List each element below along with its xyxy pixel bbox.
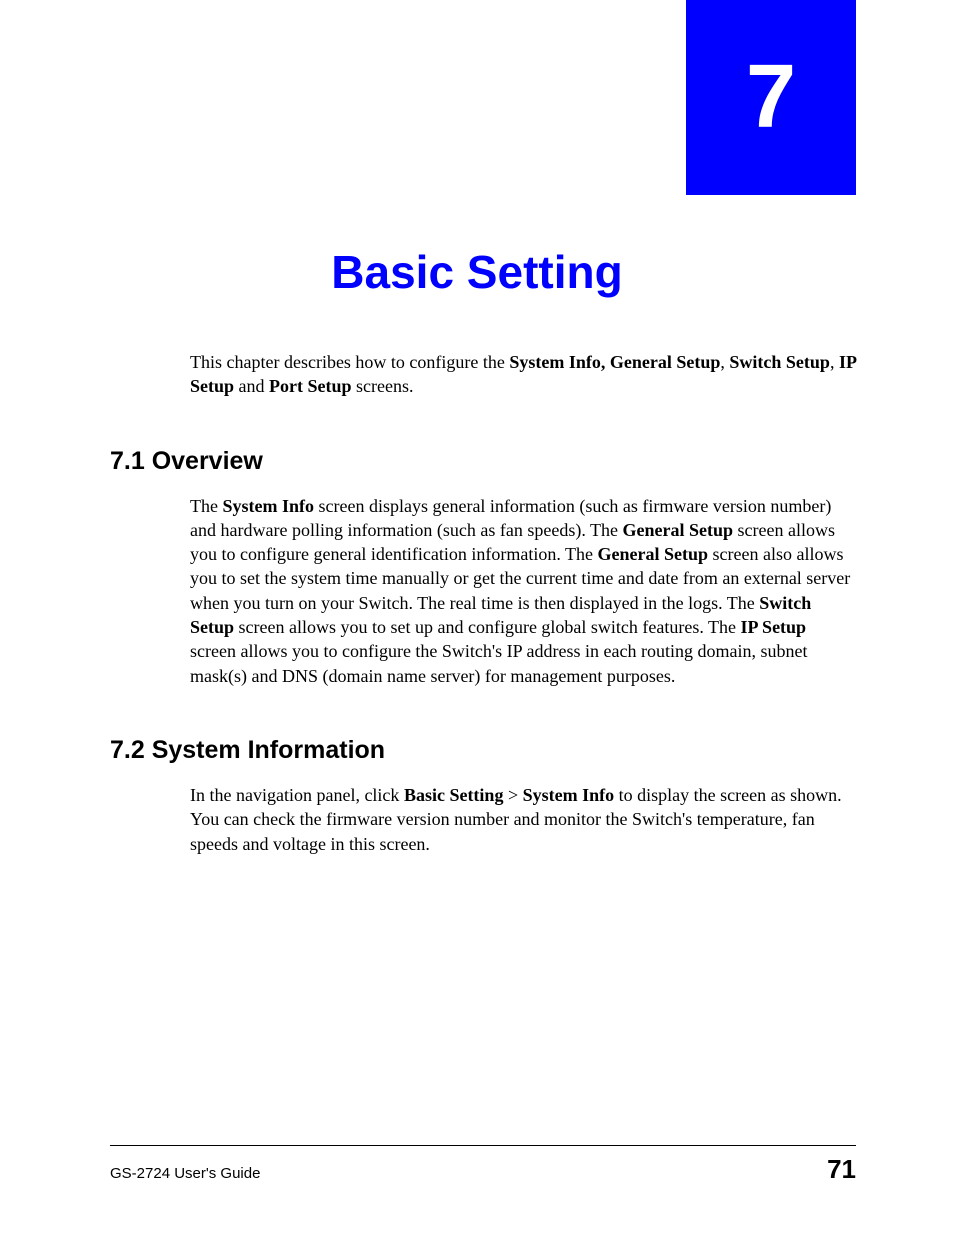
intro-sep-3: and bbox=[234, 376, 269, 396]
footer-guide-name: GS-2724 User's Guide bbox=[110, 1165, 260, 1182]
intro-text-after: screens. bbox=[352, 376, 414, 396]
intro-paragraph: This chapter describes how to configure … bbox=[190, 350, 856, 399]
sysinfo-bold-d: System Info bbox=[523, 785, 615, 805]
overview-bold-j: IP Setup bbox=[741, 617, 807, 637]
footer-page-number: 71 bbox=[827, 1154, 856, 1185]
overview-bold-b: System Info bbox=[222, 496, 314, 516]
intro-text: This chapter describes how to configure … bbox=[190, 352, 509, 372]
overview-text-a: The bbox=[190, 496, 222, 516]
overview-paragraph: The System Info screen displays general … bbox=[190, 494, 856, 688]
overview-bold-f: General Setup bbox=[598, 544, 709, 564]
page-footer: GS-2724 User's Guide 71 bbox=[110, 1145, 856, 1185]
intro-sep-2: , bbox=[830, 352, 839, 372]
section-heading-overview: 7.1 Overview bbox=[110, 447, 856, 476]
sysinfo-text-c: > bbox=[503, 785, 522, 805]
chapter-number-box: 7 bbox=[686, 0, 856, 195]
sysinfo-bold-b: Basic Setting bbox=[404, 785, 504, 805]
sysinfo-text-a: In the navigation panel, click bbox=[190, 785, 404, 805]
intro-bold-1: System Info, General Setup bbox=[509, 352, 720, 372]
chapter-title: Basic Setting bbox=[0, 245, 954, 299]
intro-bold-2: Switch Setup bbox=[729, 352, 830, 372]
intro-bold-4: Port Setup bbox=[269, 376, 352, 396]
page-content: This chapter describes how to configure … bbox=[110, 350, 856, 856]
chapter-number: 7 bbox=[746, 46, 796, 149]
overview-bold-d: General Setup bbox=[623, 520, 734, 540]
overview-text-k: screen allows you to configure the Switc… bbox=[190, 641, 807, 685]
overview-text-i: screen allows you to set up and configur… bbox=[234, 617, 741, 637]
system-information-paragraph: In the navigation panel, click Basic Set… bbox=[190, 783, 856, 856]
section-heading-system-information: 7.2 System Information bbox=[110, 736, 856, 765]
